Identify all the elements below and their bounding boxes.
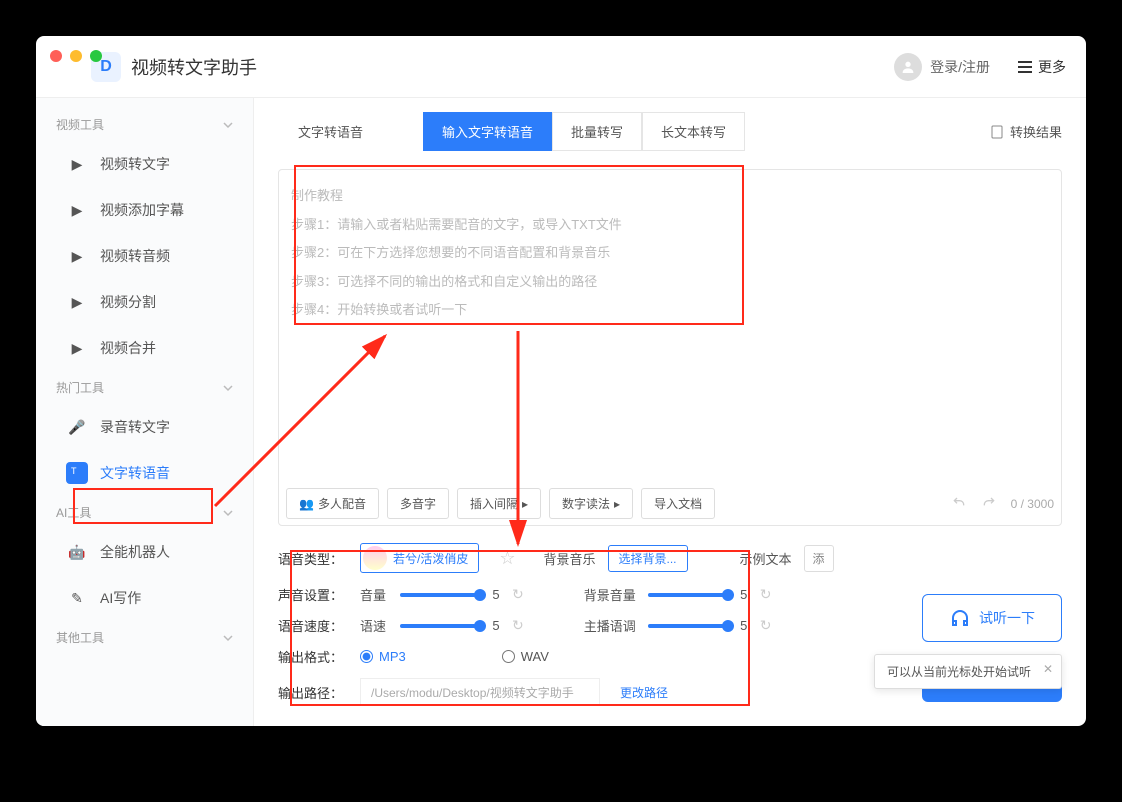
login-label: 登录/注册 xyxy=(930,57,990,77)
more-label: 更多 xyxy=(1038,57,1066,77)
sidebar-item-video-add-sub[interactable]: ▶视频添加字幕 xyxy=(36,187,253,233)
login-register-button[interactable]: 登录/注册 xyxy=(894,53,990,81)
tab-batch[interactable]: 批量转写 xyxy=(552,112,642,151)
voice-type-label: 语音类型： xyxy=(278,549,348,568)
speed-slider[interactable] xyxy=(400,624,480,628)
bgvol-value: 5 xyxy=(736,587,752,602)
merge-icon: ▶ xyxy=(66,337,88,359)
sidebar-group-ai[interactable]: AI工具 xyxy=(36,496,253,529)
chevron-down-icon xyxy=(223,383,233,393)
star-icon[interactable]: ☆ xyxy=(499,548,515,569)
listen-button[interactable]: 试听一下 xyxy=(922,594,1062,642)
reset-icon[interactable]: ↻ xyxy=(760,617,772,634)
spd-label: 语速 xyxy=(360,616,392,635)
video-text-icon: ▶ xyxy=(66,153,88,175)
placeholder-step: 步骤1：请输入或者粘贴需要配音的文字，或导入TXT文件 xyxy=(291,211,1049,240)
tts-icon: T xyxy=(66,462,88,484)
voice-avatar-icon xyxy=(363,546,387,570)
svg-text:T: T xyxy=(71,466,77,476)
text-editor[interactable]: 制作教程 步骤1：请输入或者粘贴需要配音的文字，或导入TXT文件 步骤2：可在下… xyxy=(278,169,1062,526)
titlebar: D 视频转文字助手 登录/注册 更多 xyxy=(36,36,1086,98)
write-icon: ✎ xyxy=(66,587,88,609)
speed-label: 语音速度： xyxy=(278,616,348,635)
radio-wav[interactable]: WAV xyxy=(502,649,549,664)
tone-slider[interactable] xyxy=(648,624,728,628)
sidebar-item-text-to-speech[interactable]: T文字转语音 xyxy=(36,450,253,496)
voice-select-button[interactable]: 若兮/活泼俏皮 xyxy=(360,543,479,573)
bg-music-button[interactable]: 选择背景... xyxy=(608,545,688,572)
sidebar-item-ai-write[interactable]: ✎AI写作 xyxy=(36,575,253,621)
change-path-link[interactable]: 更改路径 xyxy=(620,684,668,701)
volume-slider[interactable] xyxy=(400,593,480,597)
audio-icon: ▶ xyxy=(66,245,88,267)
chevron-down-icon xyxy=(223,120,233,130)
close-window-icon[interactable] xyxy=(50,50,62,62)
sound-label: 声音设置： xyxy=(278,585,348,604)
tab-input-tts[interactable]: 输入文字转语音 xyxy=(423,112,552,151)
sidebar-item-video-split[interactable]: ▶视频分割 xyxy=(36,279,253,325)
chevron-down-icon xyxy=(223,508,233,518)
section-title: 文字转语音 xyxy=(278,114,383,149)
sidebar-item-video-merge[interactable]: ▶视频合并 xyxy=(36,325,253,371)
hamburger-icon xyxy=(1018,61,1032,73)
output-path-input[interactable] xyxy=(360,678,600,706)
volume-label: 音量 xyxy=(360,585,392,604)
sidebar-item-audio-to-text[interactable]: 🎤录音转文字 xyxy=(36,404,253,450)
sidebar-item-video-to-audio[interactable]: ▶视频转音频 xyxy=(36,233,253,279)
robot-icon: 🤖 xyxy=(66,541,88,563)
example-label: 示例文本 xyxy=(740,549,792,568)
bgvol-label: 背景音量 xyxy=(584,585,640,604)
tab-longtext[interactable]: 长文本转写 xyxy=(642,112,745,151)
sidebar-item-video-to-text[interactable]: ▶视频转文字 xyxy=(36,141,253,187)
avatar-icon xyxy=(894,53,922,81)
listen-tooltip: 可以从当前光标处开始试听 ✕ xyxy=(874,654,1062,689)
sidebar: 视频工具 ▶视频转文字 ▶视频添加字幕 ▶视频转音频 ▶视频分割 ▶视频合并 热… xyxy=(36,98,254,726)
placeholder-step: 步骤4：开始转换或者试听一下 xyxy=(291,296,1049,325)
minimize-window-icon[interactable] xyxy=(70,50,82,62)
close-icon[interactable]: ✕ xyxy=(1043,662,1053,676)
app-window: D 视频转文字助手 登录/注册 更多 视频工具 ▶视频转文字 ▶视频添加字幕 ▶… xyxy=(36,36,1086,726)
tab-bar: 文字转语音 输入文字转语音 批量转写 长文本转写 转换结果 xyxy=(278,112,1062,151)
placeholder-step: 步骤2：可在下方选择您想要的不同语音配置和背景音乐 xyxy=(291,239,1049,268)
split-icon: ▶ xyxy=(66,291,88,313)
headphone-icon xyxy=(949,607,971,629)
traffic-lights xyxy=(50,50,102,62)
speed-value: 5 xyxy=(488,618,504,633)
radio-mp3[interactable]: MP3 xyxy=(360,649,406,664)
mic-icon: 🎤 xyxy=(66,416,88,438)
placeholder-step: 步骤3：可选择不同的输出的格式和自定义输出的路径 xyxy=(291,268,1049,297)
sidebar-group-other[interactable]: 其他工具 xyxy=(36,621,253,654)
reset-icon[interactable]: ↻ xyxy=(512,617,524,634)
path-label: 输出路径： xyxy=(278,683,348,702)
bgvol-slider[interactable] xyxy=(648,593,728,597)
doc-icon xyxy=(990,125,1004,139)
example-select[interactable]: 添 xyxy=(804,545,834,572)
volume-value: 5 xyxy=(488,587,504,602)
sidebar-item-ai-robot[interactable]: 🤖全能机器人 xyxy=(36,529,253,575)
format-label: 输出格式： xyxy=(278,647,348,666)
chevron-down-icon xyxy=(223,633,233,643)
maximize-window-icon[interactable] xyxy=(90,50,102,62)
main-panel: 文字转语音 输入文字转语音 批量转写 长文本转写 转换结果 制作教程 步骤1：请… xyxy=(254,98,1086,726)
reset-icon[interactable]: ↻ xyxy=(512,586,524,603)
tone-value: 5 xyxy=(736,618,752,633)
sidebar-group-video[interactable]: 视频工具 xyxy=(36,108,253,141)
sidebar-group-hot[interactable]: 热门工具 xyxy=(36,371,253,404)
more-button[interactable]: 更多 xyxy=(1018,57,1066,77)
app-title: 视频转文字助手 xyxy=(131,54,257,80)
placeholder-title: 制作教程 xyxy=(291,182,1049,211)
result-link[interactable]: 转换结果 xyxy=(990,122,1062,141)
bg-music-label: 背景音乐 xyxy=(543,549,595,568)
subtitle-icon: ▶ xyxy=(66,199,88,221)
tone-label: 主播语调 xyxy=(584,616,640,635)
reset-icon[interactable]: ↻ xyxy=(760,586,772,603)
